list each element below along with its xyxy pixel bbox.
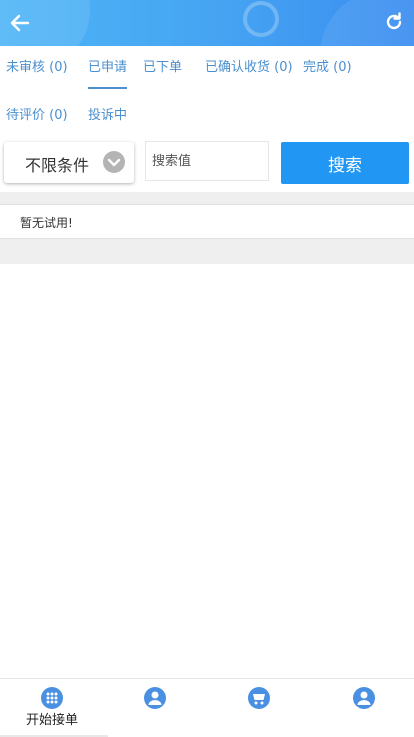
empty-message: 暂无试用! bbox=[20, 216, 73, 230]
nav-label: 开始接单 bbox=[26, 713, 79, 728]
tab-to-review[interactable]: 待评价 (0) bbox=[6, 106, 68, 126]
header-decoration-ring bbox=[243, 1, 279, 37]
status-tabs: 未审核 (0) 已申请 已下单 已确认收货 (0) 完成 (0) 待评价 (0)… bbox=[0, 46, 414, 142]
nav-profile[interactable] bbox=[304, 679, 414, 737]
nav-start-orders[interactable]: 开始接单 bbox=[0, 679, 108, 737]
back-arrow-icon[interactable] bbox=[8, 11, 32, 35]
search-button[interactable]: 搜索 bbox=[281, 142, 409, 184]
tab-ordered[interactable]: 已下单 bbox=[143, 58, 182, 78]
tab-completed[interactable]: 完成 (0) bbox=[303, 58, 352, 78]
bottom-navigation: 开始接单 bbox=[0, 678, 414, 737]
tab-unreviewed[interactable]: 未审核 (0) bbox=[6, 58, 68, 78]
filter-dropdown[interactable]: 不限条件 bbox=[4, 142, 134, 183]
cart-icon bbox=[248, 687, 270, 709]
search-input[interactable] bbox=[145, 141, 269, 181]
nav-cart[interactable] bbox=[204, 679, 304, 737]
tab-complaint[interactable]: 投诉中 bbox=[88, 106, 127, 126]
nav-users[interactable] bbox=[108, 679, 204, 737]
refresh-icon[interactable] bbox=[384, 12, 404, 32]
section-divider bbox=[0, 238, 414, 264]
grid-icon bbox=[41, 687, 63, 709]
app-header bbox=[0, 0, 414, 46]
user-group-icon bbox=[144, 687, 166, 709]
tab-received[interactable]: 已确认收货 (0) bbox=[205, 58, 293, 78]
section-divider bbox=[0, 192, 414, 205]
empty-state: 暂无试用! bbox=[0, 205, 414, 238]
tab-applied[interactable]: 已申请 bbox=[88, 58, 128, 89]
chevron-down-icon bbox=[103, 151, 125, 173]
user-icon bbox=[353, 687, 375, 709]
filter-label: 不限条件 bbox=[25, 156, 90, 175]
